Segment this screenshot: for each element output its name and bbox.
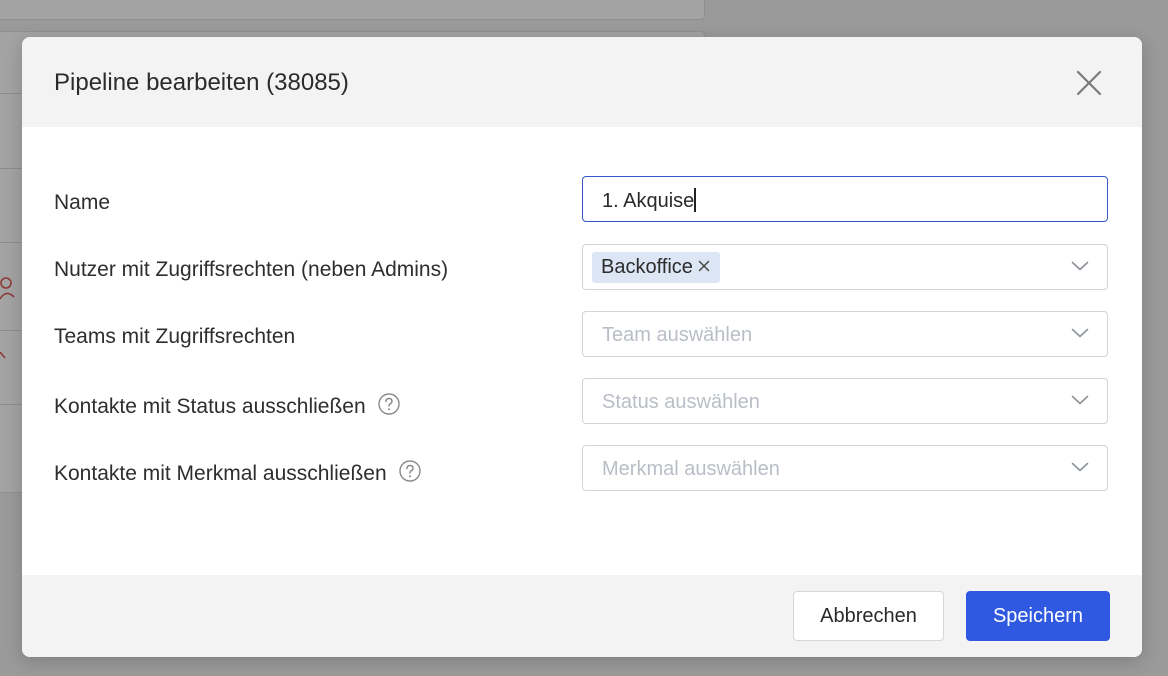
modal-header: Pipeline bearbeiten (38085) [22,37,1142,127]
users-select[interactable]: Backoffice [582,244,1108,290]
form-row-feature: Kontakte mit Merkmal ausschließen Merkma… [54,445,1110,493]
status-label: Kontakte mit Status ausschließen [54,393,400,420]
chevron-down-icon[interactable] [1071,461,1089,473]
background-user-icon [0,277,15,300]
users-label: Nutzer mit Zugriffsrechten (neben Admins… [54,258,449,281]
form-row-name: Name 1. Akquise [54,176,1110,224]
close-icon [1076,70,1102,96]
teams-select[interactable]: Team auswählen [582,311,1108,357]
text-caret [694,188,696,212]
question-circle-icon[interactable] [377,393,400,415]
question-circle-icon[interactable] [398,460,421,482]
cancel-button[interactable]: Abbrechen [793,591,944,641]
chevron-down-icon[interactable] [1071,260,1089,272]
background-mark-icon [0,352,6,359]
feature-placeholder: Merkmal auswählen [602,458,780,480]
close-button[interactable] [1074,68,1104,98]
status-placeholder: Status auswählen [602,391,760,413]
edit-pipeline-modal: Pipeline bearbeiten (38085) Name 1. Akqu… [22,37,1142,657]
modal-title: Pipeline bearbeiten (38085) [54,69,349,96]
form-row-users: Nutzer mit Zugriffsrechten (neben Admins… [54,244,1110,292]
status-select[interactable]: Status auswählen [582,378,1108,424]
teams-placeholder: Team auswählen [602,324,753,346]
background-card [0,0,705,20]
name-input[interactable]: 1. Akquise [582,176,1108,222]
tag-remove-x-icon[interactable] [698,260,710,272]
save-button[interactable]: Speichern [966,591,1110,641]
name-label: Name [54,191,111,214]
feature-select[interactable]: Merkmal auswählen [582,445,1108,491]
chevron-down-icon[interactable] [1071,327,1089,339]
feature-label: Kontakte mit Merkmal ausschließen [54,460,421,487]
form-row-teams: Teams mit Zugriffsrechten Team auswählen [54,311,1110,359]
chevron-down-icon[interactable] [1071,394,1089,406]
teams-label: Teams mit Zugriffsrechten [54,325,296,348]
name-input-value: 1. Akquise [602,188,696,212]
form-row-status: Kontakte mit Status ausschließen Status … [54,378,1110,426]
user-tag: Backoffice [592,252,720,283]
modal-footer: Abbrechen Speichern [22,575,1142,657]
user-tag-label: Backoffice [601,256,693,278]
